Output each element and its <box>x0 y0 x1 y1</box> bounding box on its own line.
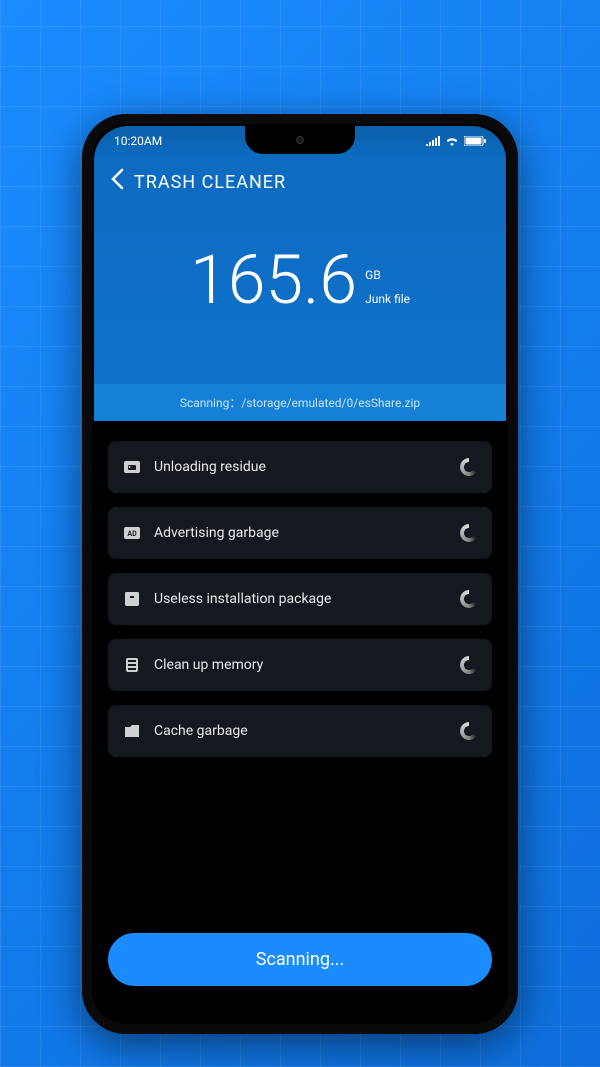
list-item-label: Clean up memory <box>154 657 448 673</box>
notch <box>245 126 355 154</box>
list-item[interactable]: Unloading residue <box>108 441 492 493</box>
signal-icon <box>426 136 440 146</box>
back-button[interactable] <box>110 168 124 196</box>
list-item[interactable]: AD Advertising garbage <box>108 507 492 559</box>
list-item[interactable]: Clean up memory <box>108 639 492 691</box>
spinner-icon <box>460 656 478 674</box>
junk-size-display: 165.6 GB Junk file <box>94 216 506 384</box>
scan-path: /storage/emulated/0/esShare.zip <box>241 396 420 410</box>
spinner-icon <box>460 590 478 608</box>
ad-icon: AD <box>122 523 142 543</box>
svg-text:AD: AD <box>127 530 137 538</box>
phone-screen: 10:20AM TRASH CLEANER <box>94 126 506 1022</box>
junk-size-value: 165.6 <box>190 246 357 314</box>
spinner-icon <box>460 458 478 476</box>
scan-list: Unloading residue AD Advertising garbage… <box>94 421 506 791</box>
page-title: TRASH CLEANER <box>134 172 286 193</box>
list-item-label: Unloading residue <box>154 459 448 475</box>
header: TRASH CLEANER 165.6 GB Junk file Scannin… <box>94 156 506 421</box>
list-item-label: Useless installation package <box>154 591 448 607</box>
scan-path-bar: Scanning：/storage/emulated/0/esShare.zip <box>94 384 506 421</box>
junk-size-unit: GB <box>365 268 410 282</box>
junk-size-label: Junk file <box>365 292 410 306</box>
memory-icon <box>122 655 142 675</box>
wifi-icon <box>445 136 459 146</box>
spinner-icon <box>460 524 478 542</box>
battery-icon <box>464 136 486 146</box>
list-item-label: Advertising garbage <box>154 525 448 541</box>
scanning-button-label: Scanning... <box>256 949 344 970</box>
clock: 10:20AM <box>114 134 162 148</box>
list-item[interactable]: Useless installation package <box>108 573 492 625</box>
phone-frame: 10:20AM TRASH CLEANER <box>82 114 518 1034</box>
list-item[interactable]: Cache garbage <box>108 705 492 757</box>
scanning-button[interactable]: Scanning... <box>108 933 492 986</box>
list-item-label: Cache garbage <box>154 723 448 739</box>
unload-icon <box>122 457 142 477</box>
scan-prefix: Scanning： <box>180 396 241 410</box>
cache-icon <box>122 721 142 741</box>
spinner-icon <box>460 722 478 740</box>
package-icon <box>122 589 142 609</box>
